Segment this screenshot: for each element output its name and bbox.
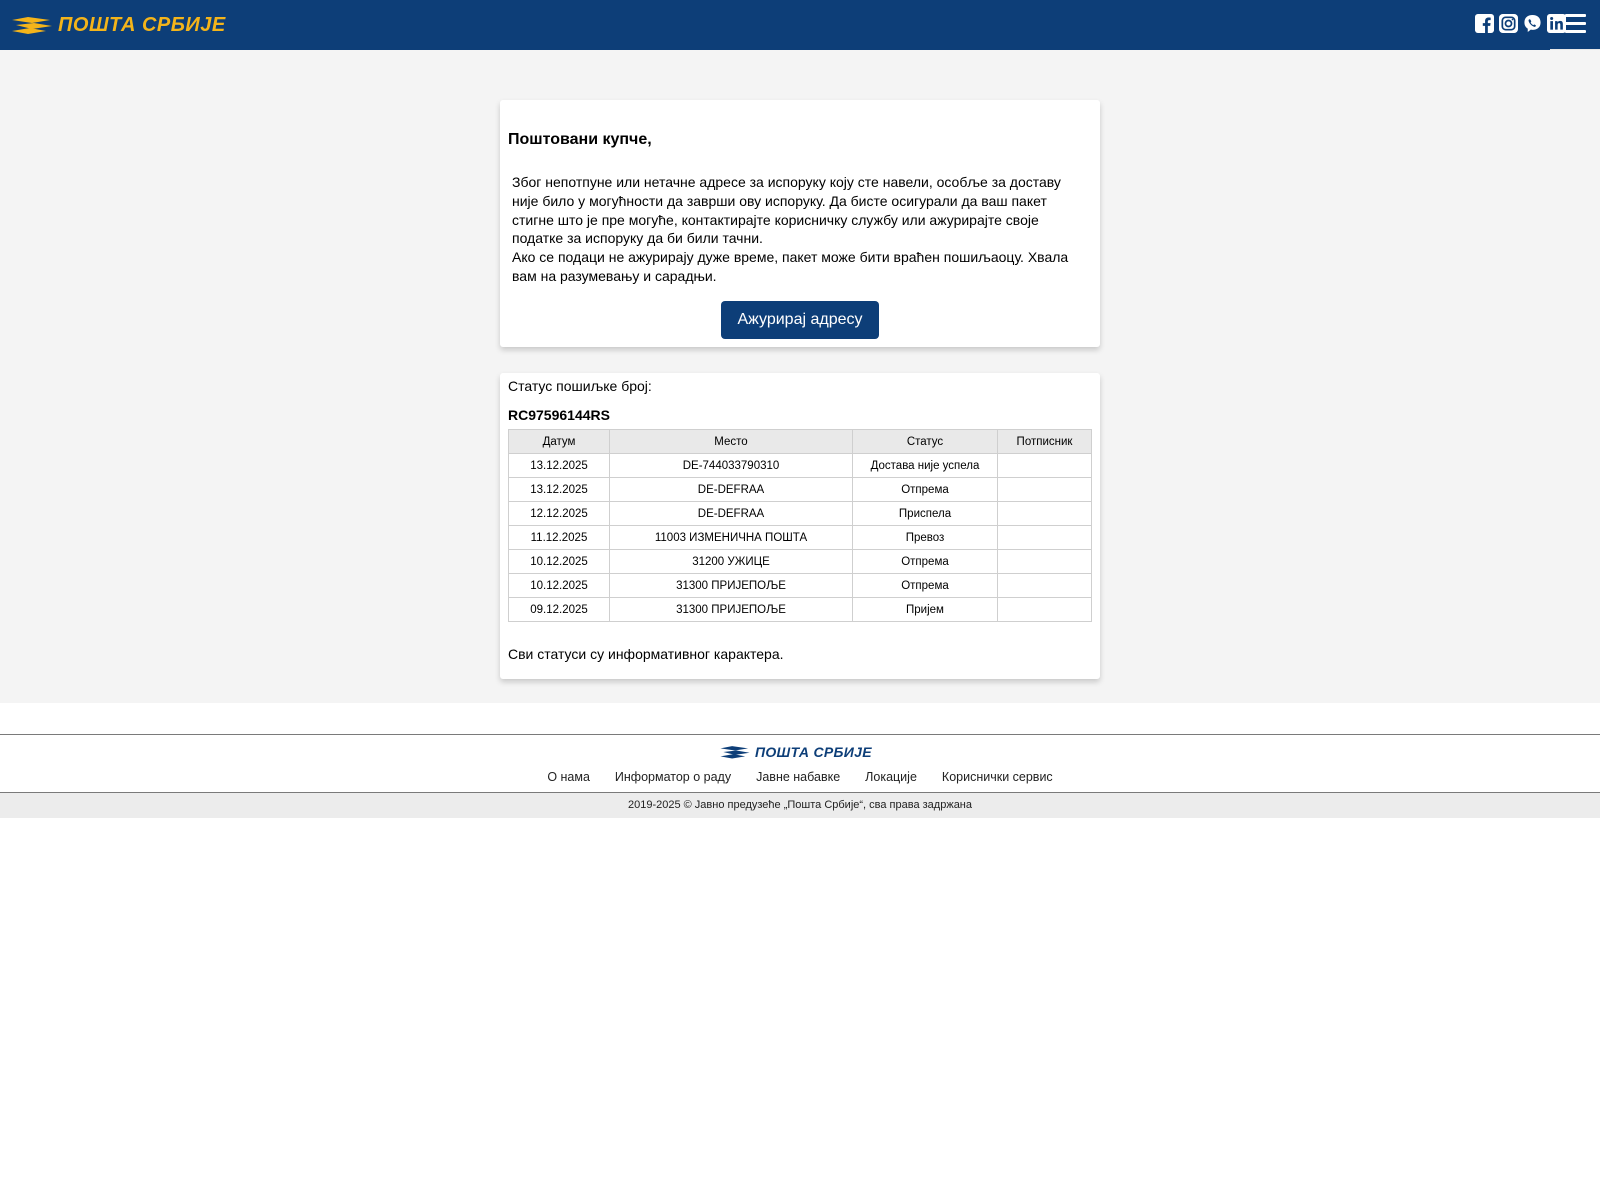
viber-icon[interactable] — [1523, 14, 1542, 33]
shipment-status-label: Статус пошиљке број: — [508, 378, 652, 394]
cell-status: Пријем — [852, 597, 998, 622]
top-header-bar: ПОШТА СРБИЈЕ — [0, 0, 1600, 50]
column-header-place: Место — [609, 429, 853, 454]
table-row: 13.12.2025 DE-744033790310 Достава није … — [508, 453, 1092, 478]
footer-logo-text: ПОШТА СРБИЈЕ — [755, 744, 872, 760]
tracking-number: RC97596144RS — [508, 407, 610, 423]
notice-paragraph-2: Ако се подаци не ажурирају дуже време, п… — [512, 249, 1069, 284]
cell-date: 10.12.2025 — [508, 549, 610, 574]
cell-status: Отпрема — [852, 573, 998, 598]
cell-signatory — [997, 597, 1092, 622]
cell-signatory — [997, 501, 1092, 526]
hamburger-menu-icon[interactable] — [1565, 14, 1586, 34]
footer-nav: О нама Информатор о раду Јавне набавке Л… — [0, 770, 1600, 784]
site-logo[interactable]: ПОШТА СРБИЈЕ — [10, 13, 226, 37]
cell-status: Отпрема — [852, 549, 998, 574]
cell-place: 31300 ПРИЈЕПОЉЕ — [609, 597, 853, 622]
address-notice-card: Поштовани купче, Због непотпуне или нета… — [500, 100, 1100, 347]
cell-signatory — [997, 453, 1092, 478]
column-header-status: Статус — [852, 429, 998, 454]
table-row: 09.12.2025 31300 ПРИЈЕПОЉЕ Пријем — [508, 597, 1092, 622]
shipment-status-card: Статус пошиљке број: RC97596144RS Датум … — [500, 373, 1100, 679]
cell-date: 12.12.2025 — [508, 501, 610, 526]
column-header-signatory: Потписник — [997, 429, 1092, 454]
notice-message: Због непотпуне или нетачне адресе за исп… — [512, 173, 1072, 286]
cell-signatory — [997, 477, 1092, 502]
cell-date: 13.12.2025 — [508, 477, 610, 502]
cell-status: Приспела — [852, 501, 998, 526]
table-row: 12.12.2025 DE-DEFRAA Приспела — [508, 501, 1092, 526]
copyright-text: 2019-2025 © Јавно предузеће „Пошта Србиј… — [0, 793, 1600, 818]
cell-place: DE-744033790310 — [609, 453, 853, 478]
footer-divider-top — [0, 734, 1600, 735]
tracking-events-table: Датум Место Статус Потписник 13.12.2025 … — [508, 429, 1092, 622]
cell-signatory — [997, 573, 1092, 598]
social-links — [1475, 14, 1566, 33]
instagram-icon[interactable] — [1499, 14, 1518, 33]
cell-place: DE-DEFRAA — [609, 477, 853, 502]
cell-status: Превоз — [852, 525, 998, 550]
table-row: 10.12.2025 31200 УЖИЦЕ Отпрема — [508, 549, 1092, 574]
status-disclaimer: Сви статуси су информативног карактера. — [508, 646, 784, 662]
facebook-icon[interactable] — [1475, 14, 1494, 33]
notice-greeting: Поштовани купче, — [508, 131, 652, 148]
linkedin-icon[interactable] — [1547, 14, 1566, 33]
cell-date: 11.12.2025 — [508, 525, 610, 550]
cell-date: 13.12.2025 — [508, 453, 610, 478]
cell-date: 09.12.2025 — [508, 597, 610, 622]
footer-link-about[interactable]: О нама — [547, 770, 590, 784]
cell-place: DE-DEFRAA — [609, 501, 853, 526]
column-header-date: Датум — [508, 429, 610, 454]
cell-place: 11003 ИЗМЕНИЧНА ПОШТА — [609, 525, 853, 550]
footer-link-locations[interactable]: Локације — [865, 770, 917, 784]
footer-link-procurement[interactable]: Јавне набавке — [756, 770, 840, 784]
update-address-button[interactable]: Ажурирај адресу — [721, 301, 879, 339]
cell-date: 10.12.2025 — [508, 573, 610, 598]
logo-text: ПОШТА СРБИЈЕ — [58, 14, 226, 36]
cell-status: Достава није успела — [852, 453, 998, 478]
post-horn-logo-icon — [720, 746, 750, 759]
table-row: 13.12.2025 DE-DEFRAA Отпрема — [508, 477, 1092, 502]
table-row: 11.12.2025 11003 ИЗМЕНИЧНА ПОШТА Превоз — [508, 525, 1092, 550]
table-header-row: Датум Место Статус Потписник — [508, 429, 1092, 454]
cell-place: 31300 ПРИЈЕПОЉЕ — [609, 573, 853, 598]
footer-logo[interactable]: ПОШТА СРБИЈЕ — [718, 744, 872, 760]
post-horn-logo-icon — [12, 17, 52, 34]
table-row: 10.12.2025 31300 ПРИЈЕПОЉЕ Отпрема — [508, 573, 1092, 598]
cell-signatory — [997, 549, 1092, 574]
footer-link-informator[interactable]: Информатор о раду — [615, 770, 731, 784]
footer-link-customer-service[interactable]: Кориснички сервис — [942, 770, 1053, 784]
notice-paragraph-1: Због непотпуне или нетачне адресе за исп… — [512, 174, 1061, 247]
cell-signatory — [997, 525, 1092, 550]
cell-status: Отпрема — [852, 477, 998, 502]
cell-place: 31200 УЖИЦЕ — [609, 549, 853, 574]
